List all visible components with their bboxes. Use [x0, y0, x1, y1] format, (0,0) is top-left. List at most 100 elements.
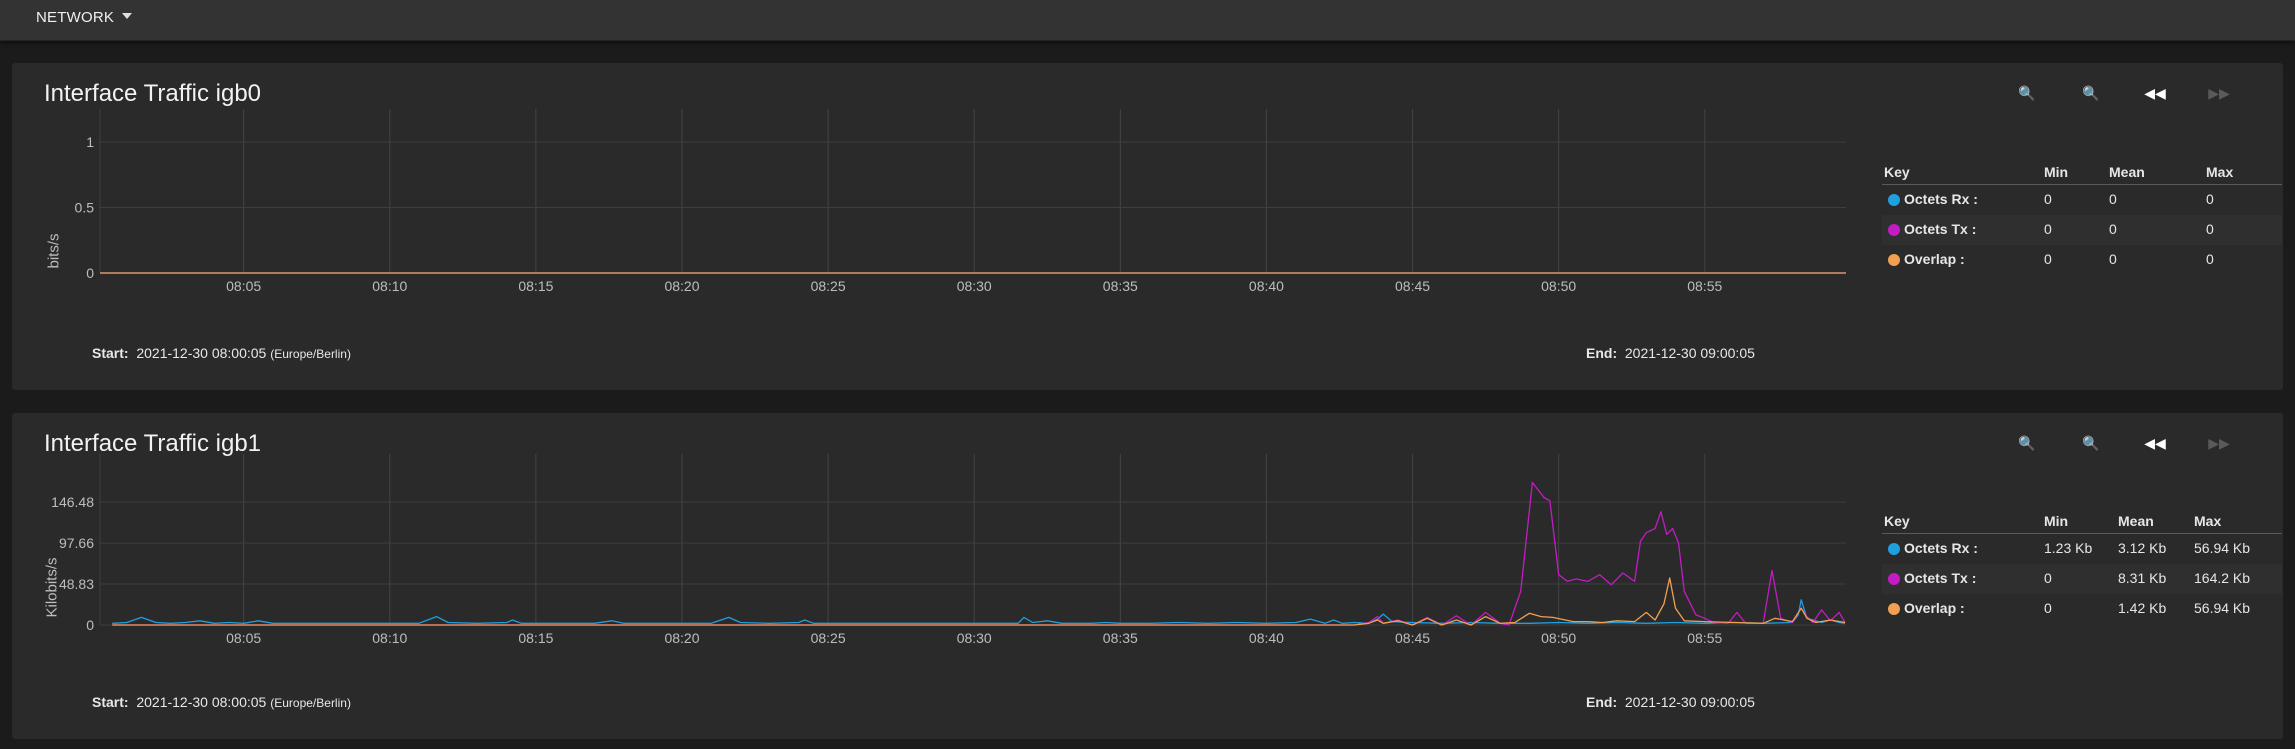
end-label: End: [1586, 345, 1618, 361]
legend-name: Octets Tx : [1904, 221, 1977, 237]
end-value: 2021-12-30 09:00:05 [1624, 345, 1755, 361]
legend-mean: 0 [2109, 221, 2117, 237]
legend-header-max: Max [2194, 513, 2222, 529]
tx-color-dot [1888, 224, 1900, 236]
y-tick-label: 1 [86, 134, 94, 150]
legend-header-key: Key [1884, 513, 1910, 529]
chart-card-igb0: Interface Traffic igb0 🔍 🔍 ◀◀ ▶▶ bits/s … [12, 63, 2283, 390]
legend-header-max: Max [2206, 164, 2234, 180]
legend-table: Key Min Mean Max Octets Rx : 0 0 0 Octet… [1882, 162, 2282, 275]
x-tick-label: 08:40 [1249, 278, 1284, 294]
top-navbar: NETWORK [0, 0, 2295, 41]
x-tick-label: 08:50 [1541, 278, 1576, 294]
legend-mean: 0 [2109, 251, 2117, 267]
y-tick-label: 0 [86, 265, 94, 281]
legend-row-tx[interactable]: Octets Tx : 0 8.31 Kb 164.2 Kb [1882, 564, 2282, 594]
y-tick-label: 146.48 [51, 494, 94, 510]
forward-icon[interactable]: ▶▶ [2203, 79, 2235, 107]
legend-header-mean: Mean [2109, 164, 2145, 180]
legend-mean: 8.31 Kb [2118, 570, 2167, 586]
legend-row-overlap[interactable]: Overlap : 0 0 0 [1882, 245, 2282, 275]
series-line-octets-tx [112, 481, 1846, 626]
y-tick-label: 0 [86, 617, 94, 633]
overlap-color-dot [1888, 254, 1900, 266]
start-time: Start: 2021-12-30 08:00:05 (Europe/Berli… [92, 694, 351, 710]
x-tick-label: 08:05 [226, 278, 261, 294]
series-line-octets-rx [112, 599, 1846, 624]
forward-icon[interactable]: ▶▶ [2203, 429, 2235, 457]
chart-plot: 08:05 08:10 08:15 08:20 08:25 08:30 08:35 08:40… [51, 454, 1846, 646]
rx-color-dot [1888, 543, 1900, 555]
x-tick-label: 08:10 [372, 278, 407, 294]
x-tick-label: 08:30 [957, 630, 992, 646]
start-time: Start: 2021-12-30 08:00:05 (Europe/Berli… [92, 345, 351, 361]
rewind-icon[interactable]: ◀◀ [2139, 429, 2171, 457]
rewind-icon[interactable]: ◀◀ [2139, 79, 2171, 107]
zoom-out-icon[interactable]: 🔍 [2075, 429, 2107, 457]
start-value: 2021-12-30 08:00:05 [136, 694, 267, 710]
end-time: End: 2021-12-30 09:00:05 [1586, 345, 1755, 361]
x-tick-label: 08:45 [1395, 630, 1430, 646]
legend-min: 0 [2044, 251, 2052, 267]
end-time: End: 2021-12-30 09:00:05 [1586, 694, 1755, 710]
legend-header-key: Key [1884, 164, 1910, 180]
x-tick-label: 08:30 [957, 278, 992, 294]
legend-min: 0 [2044, 570, 2052, 586]
x-tick-label: 08:35 [1103, 630, 1138, 646]
legend-header: Key Min Mean Max [1882, 162, 2282, 185]
legend-row-rx[interactable]: Octets Rx : 0 0 0 [1882, 185, 2282, 215]
legend-max: 164.2 Kb [2194, 570, 2251, 586]
legend-max: 56.94 Kb [2194, 600, 2251, 616]
zoom-in-icon[interactable]: 🔍 [2011, 429, 2043, 457]
x-tick-label: 08:05 [226, 630, 261, 646]
legend-header: Key Min Mean Max [1882, 511, 2282, 534]
y-tick-label: 48.83 [59, 576, 94, 592]
zoom-out-icon[interactable]: 🔍 [2075, 79, 2107, 107]
legend-max: 0 [2206, 221, 2214, 237]
legend-table: Key Min Mean Max Octets Rx : 1.23 Kb 3.1… [1882, 511, 2282, 624]
legend-max: 0 [2206, 251, 2214, 267]
legend-mean: 1.42 Kb [2118, 600, 2167, 616]
x-tick-label: 08:45 [1395, 278, 1430, 294]
timezone-label: (Europe/Berlin) [270, 696, 351, 710]
x-tick-label: 08:20 [664, 630, 699, 646]
legend-row-tx[interactable]: Octets Tx : 0 0 0 [1882, 215, 2282, 245]
legend-max: 56.94 Kb [2194, 540, 2251, 556]
series-line-overlap [112, 577, 1846, 626]
tx-color-dot [1888, 573, 1900, 585]
start-label: Start: [92, 345, 129, 361]
y-tick-label: 0.5 [75, 200, 95, 216]
timezone-label: (Europe/Berlin) [270, 347, 351, 361]
end-value: 2021-12-30 09:00:05 [1624, 694, 1755, 710]
network-menu-label[interactable]: NETWORK [36, 9, 114, 26]
x-tick-label: 08:10 [372, 630, 407, 646]
legend-row-overlap[interactable]: Overlap : 0 1.42 Kb 56.94 Kb [1882, 594, 2282, 624]
legend-min: 0 [2044, 191, 2052, 207]
legend-name: Overlap : [1904, 251, 1965, 267]
end-label: End: [1586, 694, 1618, 710]
x-tick-label: 08:40 [1249, 630, 1284, 646]
x-tick-label: 08:25 [811, 278, 846, 294]
caret-down-icon[interactable] [122, 13, 132, 19]
y-tick-label: 97.66 [59, 535, 94, 551]
x-tick-label: 08:15 [518, 630, 553, 646]
x-tick-label: 08:55 [1687, 630, 1722, 646]
legend-row-rx[interactable]: Octets Rx : 1.23 Kb 3.12 Kb 56.94 Kb [1882, 534, 2282, 564]
chart-plot: 08:05 08:10 08:15 08:20 08:25 08:30 08:35 08:40… [75, 109, 1846, 294]
legend-name: Octets Tx : [1904, 570, 1977, 586]
x-tick-label: 08:15 [518, 278, 553, 294]
zoom-in-icon[interactable]: 🔍 [2011, 79, 2043, 107]
x-tick-label: 08:35 [1103, 278, 1138, 294]
chart-card-igb1: Interface Traffic igb1 🔍 🔍 ◀◀ ▶▶ Kilobit… [12, 413, 2283, 739]
legend-mean: 0 [2109, 191, 2117, 207]
legend-header-min: Min [2044, 513, 2069, 529]
x-tick-label: 08:55 [1687, 278, 1722, 294]
legend-min: 1.23 Kb [2044, 540, 2093, 556]
legend-name: Overlap : [1904, 600, 1965, 616]
legend-header-mean: Mean [2118, 513, 2154, 529]
start-value: 2021-12-30 08:00:05 [136, 345, 267, 361]
legend-min: 0 [2044, 600, 2052, 616]
x-tick-label: 08:25 [811, 630, 846, 646]
legend-min: 0 [2044, 221, 2052, 237]
legend-name: Octets Rx : [1904, 191, 1978, 207]
